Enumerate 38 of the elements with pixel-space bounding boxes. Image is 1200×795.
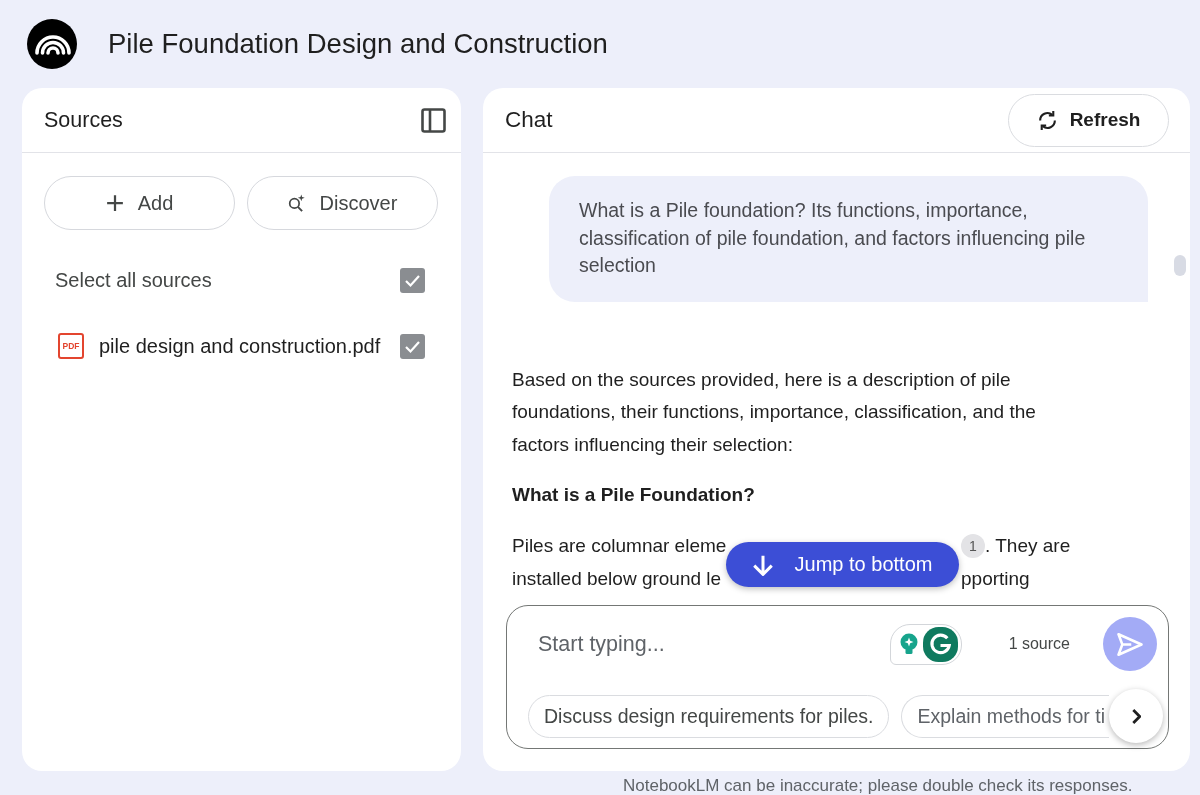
file-type-badge: PDF (58, 333, 84, 359)
send-icon (1117, 632, 1143, 656)
plus-icon (105, 194, 124, 212)
sidebar-toggle-icon[interactable] (421, 107, 446, 133)
search-sparkle-icon (287, 194, 306, 212)
message-input[interactable]: Start typing... (538, 627, 878, 661)
arrow-down-icon (752, 553, 773, 576)
checkbox[interactable] (400, 267, 425, 293)
user-message: What is a Pile foundation? Its functions, importance, classification of pile foundation, and factors influencing pile selection (549, 176, 1148, 302)
citation-badge[interactable]: 1 (961, 533, 985, 558)
next-suggestions-button[interactable] (1109, 689, 1163, 743)
response-text: installed below ground le (512, 567, 723, 591)
chat-title: Chat (505, 107, 553, 133)
response-text: Piles are columnar eleme (512, 534, 726, 558)
response-heading: What is a Pile Foundation? (512, 483, 756, 507)
response-paragraph: Based on the sources provided, here is a description of pile foundations, their functions, importance, classification, and the factors influencing their selection: (512, 367, 1037, 457)
suggestion-chip[interactable]: Explain methods for ti (901, 694, 1109, 738)
source-count: 1 source (1008, 635, 1070, 653)
refresh-icon (1036, 109, 1058, 131)
discover-button[interactable]: Discover (247, 176, 438, 230)
ring-logo-icon (922, 626, 958, 662)
scrollbar-thumb[interactable] (1174, 255, 1186, 276)
source-name[interactable]: pile design and construction.pdf (99, 334, 381, 358)
lightbulb-icon (899, 633, 918, 655)
suggestion-chip[interactable]: Discuss design requirements for piles. (528, 694, 890, 738)
assistant-widget[interactable] (889, 623, 962, 665)
response-text: . They are (985, 534, 1071, 558)
disclaimer-text: NotebookLM can be inaccurate; please double check its responses. (623, 776, 1134, 795)
response-text: pporting (961, 567, 1030, 591)
refresh-button[interactable]: Refresh (1008, 93, 1169, 147)
notebook-title: Pile Foundation Design and Construction (108, 28, 608, 60)
checkbox[interactable] (400, 333, 425, 359)
logo-icon (27, 19, 77, 69)
sources-title: Sources (44, 107, 123, 133)
jump-to-bottom-button[interactable]: Jump to bottom (726, 542, 959, 587)
select-all-label: Select all sources (55, 268, 212, 292)
add-source-button[interactable]: Add (44, 176, 235, 230)
chevron-right-icon (1131, 708, 1141, 724)
